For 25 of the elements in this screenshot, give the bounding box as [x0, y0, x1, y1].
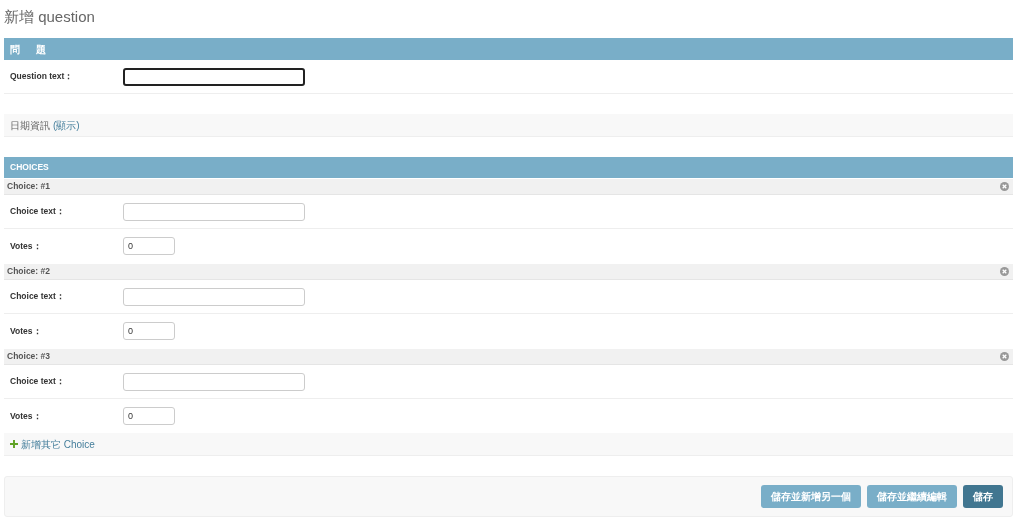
- delete-icon[interactable]: [1000, 182, 1009, 191]
- field-label: Question text：: [9, 70, 75, 83]
- inline-title: Choice: #1: [7, 180, 50, 193]
- number-input[interactable]: 0: [123, 237, 175, 255]
- toggle-link[interactable]: (顯示): [53, 117, 80, 133]
- field-label: Choice text：: [9, 375, 66, 388]
- section-title: CHOICES: [10, 161, 49, 174]
- inline-title: Choice: #2: [7, 265, 50, 278]
- text-input[interactable]: [123, 67, 305, 86]
- field-label: Votes：: [9, 324, 43, 338]
- page-title: 新增 question: [4, 7, 96, 27]
- section-label: 日期資訊: [10, 118, 50, 133]
- field-label: Votes：: [9, 239, 43, 253]
- delete-icon[interactable]: [1000, 352, 1009, 361]
- section-title: 問題: [10, 42, 62, 57]
- number-input[interactable]: 0: [123, 407, 175, 425]
- inline-title: Choice: #3: [7, 350, 50, 363]
- field-label: Votes：: [9, 409, 43, 423]
- submit-button[interactable]: 儲存: [963, 485, 1003, 508]
- plus-icon: [10, 440, 18, 448]
- add-link[interactable]: 新增其它 Choice: [21, 436, 95, 452]
- field-label: Choice text：: [9, 205, 66, 218]
- field-label: Choice text：: [9, 290, 66, 303]
- delete-icon[interactable]: [1000, 267, 1009, 276]
- number-input[interactable]: 0: [123, 322, 175, 340]
